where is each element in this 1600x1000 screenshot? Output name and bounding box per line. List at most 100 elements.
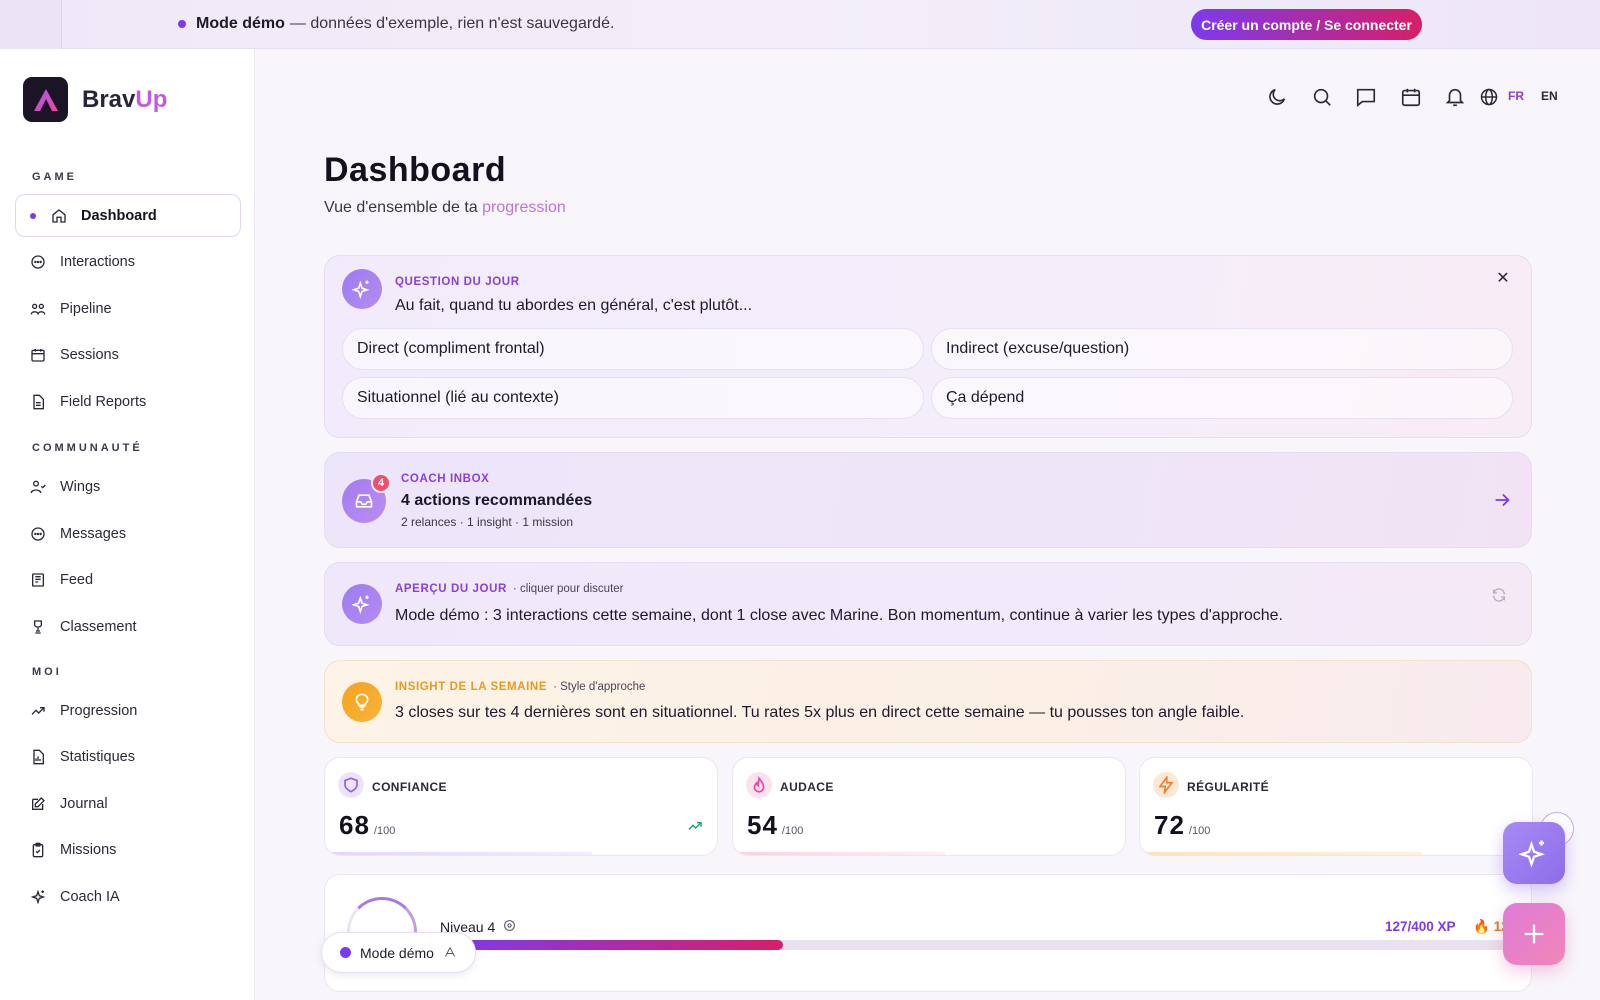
stat-label: CONFIANCE — [372, 780, 447, 794]
inbox-badge: 4 — [371, 473, 391, 493]
insight-kicker-label: INSIGHT DE LA SEMAINE — [395, 681, 548, 693]
stat-max: /100 — [781, 825, 804, 837]
signup-button[interactable]: Créer un compte / Se connecter — [1191, 9, 1422, 40]
bell-icon[interactable] — [1443, 85, 1467, 109]
flame-icon — [746, 772, 772, 798]
ai-assistant-button[interactable] — [1503, 822, 1565, 884]
section-label-communaute: COMMUNAUTÉ — [32, 442, 143, 454]
apercu-text: Mode démo : 3 interactions cette semaine… — [395, 607, 1283, 624]
calendar-icon — [29, 346, 47, 364]
shield-icon — [338, 772, 364, 798]
brand-name-a: Brav — [82, 85, 136, 113]
question-card: QUESTION DU JOUR Au fait, quand tu abord… — [324, 255, 1532, 438]
search-icon[interactable] — [1310, 85, 1334, 109]
apercu-kicker-label: APERÇU DU JOUR — [395, 583, 507, 595]
answer-option[interactable]: Direct (compliment frontal) — [342, 328, 924, 370]
sidebar-item-missions[interactable]: Missions — [15, 828, 241, 871]
active-dot — [30, 212, 36, 219]
brand-name: BravUp — [82, 86, 167, 114]
sidebar-item-label: Dashboard — [81, 207, 157, 224]
logo[interactable]: BravUp — [23, 77, 167, 122]
add-button[interactable] — [1503, 903, 1565, 965]
stat-card-regularite[interactable]: RÉGULARITÉ 72/100 — [1139, 757, 1533, 856]
xp-counter: 127/400 XP — [1385, 919, 1456, 934]
trend-up-icon — [687, 818, 703, 839]
close-icon[interactable]: ✕ — [1493, 268, 1513, 288]
sidebar-item-messages[interactable]: Messages — [15, 512, 241, 555]
banner-stub — [0, 0, 62, 49]
sidebar-item-label: Pipeline — [60, 300, 112, 317]
coach-inbox-card[interactable]: 4 COACH INBOX 4 actions recommandées 2 r… — [324, 452, 1532, 548]
sidebar-item-coach-ia[interactable]: Coach IA — [15, 875, 241, 918]
sparkles-icon — [29, 888, 47, 906]
refresh-icon[interactable] — [1491, 587, 1507, 608]
arrow-right-icon[interactable] — [1491, 489, 1513, 511]
clipboard-icon — [29, 841, 47, 859]
chart-icon — [29, 748, 47, 766]
page-subtitle-a: Vue d'ensemble de ta — [324, 199, 478, 216]
insight-card: INSIGHT DE LA SEMAINE · Style d'approche … — [324, 660, 1532, 743]
sidebar-item-pipeline[interactable]: Pipeline — [15, 287, 241, 330]
info-icon[interactable] — [503, 919, 516, 935]
apercu-kicker: APERÇU DU JOUR · cliquer pour discuter — [395, 583, 624, 595]
inbox-kicker: COACH INBOX — [401, 473, 490, 485]
answer-option[interactable]: Situationnel (lié au contexte) — [342, 377, 924, 419]
answer-option[interactable]: Indirect (excuse/question) — [931, 328, 1513, 370]
lang-en-button[interactable]: EN — [1541, 89, 1558, 103]
edit-icon — [29, 795, 47, 813]
answer-option[interactable]: Ça dépend — [931, 377, 1513, 419]
brand-name-b: Up — [135, 85, 168, 113]
sidebar: BravUp GAME Dashboard Interactions Pipel… — [0, 49, 255, 1000]
sidebar-item-field-reports[interactable]: Field Reports — [15, 380, 241, 423]
stat-card-audace[interactable]: AUDACE 54/100 — [732, 757, 1126, 856]
moon-icon[interactable] — [1265, 85, 1289, 109]
stat-number: 72 — [1154, 810, 1185, 840]
sidebar-item-statistiques[interactable]: Statistiques — [15, 735, 241, 778]
page-subtitle: Vue d'ensemble de ta progression — [324, 199, 566, 217]
stat-label: RÉGULARITÉ — [1187, 780, 1269, 794]
sidebar-item-interactions[interactable]: Interactions — [15, 240, 241, 283]
sidebar-item-sessions[interactable]: Sessions — [15, 333, 241, 376]
chat-icon[interactable] — [1354, 85, 1378, 109]
chat-bubble-icon — [29, 253, 47, 271]
sidebar-item-label: Messages — [60, 525, 127, 542]
apercu-card[interactable]: APERÇU DU JOUR · cliquer pour discuter Mo… — [324, 562, 1532, 646]
sidebar-item-journal[interactable]: Journal — [15, 782, 241, 825]
demo-title: Mode démo — [196, 15, 285, 32]
stat-number: 54 — [747, 810, 778, 840]
stat-bar — [733, 852, 945, 855]
sidebar-item-dashboard[interactable]: Dashboard — [15, 194, 241, 237]
demo-pill-label: Mode démo — [360, 944, 434, 961]
status-dot — [178, 20, 186, 28]
logo-mark-icon — [23, 77, 68, 122]
insight-text: 3 closes sur tes 4 dernières sont en sit… — [395, 704, 1245, 721]
sidebar-item-classement[interactable]: Classement — [15, 605, 241, 648]
sidebar-item-label: Statistiques — [60, 748, 135, 765]
trophy-icon — [29, 618, 47, 636]
sidebar-item-label: Journal — [60, 795, 108, 812]
sidebar-item-wings[interactable]: Wings — [15, 465, 241, 508]
sidebar-item-feed[interactable]: Feed — [15, 558, 241, 601]
calendar-icon[interactable] — [1399, 85, 1423, 109]
globe-icon[interactable] — [1477, 85, 1501, 109]
logo-small-icon — [444, 945, 456, 961]
sidebar-item-label: Field Reports — [60, 393, 147, 410]
stat-value: 68/100 — [339, 810, 395, 841]
stat-max: /100 — [373, 825, 396, 837]
sidebar-item-label: Progression — [60, 702, 138, 719]
sidebar-item-label: Coach IA — [60, 888, 120, 905]
sidebar-item-label: Interactions — [60, 253, 135, 270]
document-icon — [29, 393, 47, 411]
trending-up-icon — [29, 702, 47, 720]
lightbulb-icon — [342, 682, 382, 722]
demo-dot — [340, 947, 351, 958]
section-label-moi: MOI — [32, 666, 62, 678]
apercu-hint: · cliquer pour discuter — [512, 583, 624, 595]
newspaper-icon — [29, 571, 47, 589]
sidebar-item-progression[interactable]: Progression — [15, 689, 241, 732]
lang-fr-button[interactable]: FR — [1508, 89, 1524, 103]
demo-mode-toggle[interactable]: Mode démo — [321, 932, 476, 973]
users-icon — [29, 478, 47, 496]
stat-card-confiance[interactable]: CONFIANCE 68/100 — [324, 757, 718, 856]
stat-value: 54/100 — [747, 810, 803, 841]
